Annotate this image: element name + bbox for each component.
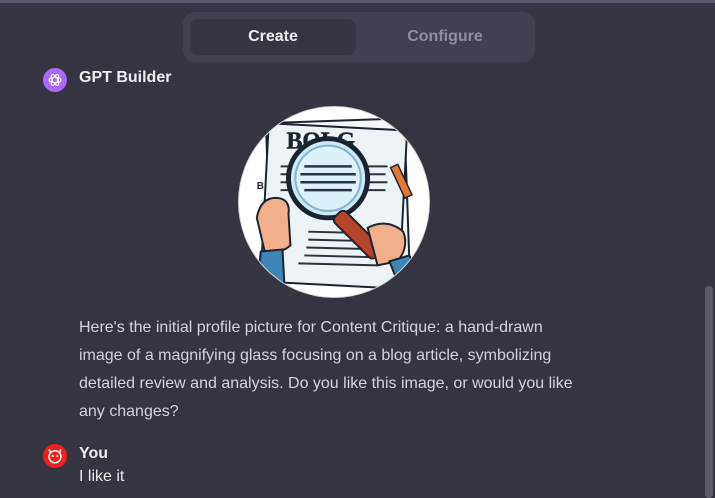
- mode-toggle: Create Configure: [183, 12, 535, 62]
- assistant-name: GPT Builder: [79, 69, 172, 86]
- magnifying-glass-blog-illustration: BOLG B: [239, 107, 429, 297]
- scrollbar-thumb[interactable]: [705, 286, 713, 498]
- top-divider: [0, 0, 715, 3]
- tab-create[interactable]: Create: [190, 19, 356, 55]
- user-message: I like it: [79, 468, 125, 485]
- assistant-message: Here's the initial profile picture for C…: [79, 319, 573, 420]
- gpt-builder-avatar: [43, 68, 67, 92]
- user-avatar: [43, 444, 67, 468]
- openai-logo-icon: [48, 74, 62, 86]
- tab-configure[interactable]: Configure: [362, 19, 528, 55]
- profile-picture[interactable]: BOLG B: [238, 106, 430, 298]
- image-side-letter: B: [257, 181, 264, 192]
- user-name: You: [79, 445, 109, 462]
- user-face-icon: [48, 448, 62, 464]
